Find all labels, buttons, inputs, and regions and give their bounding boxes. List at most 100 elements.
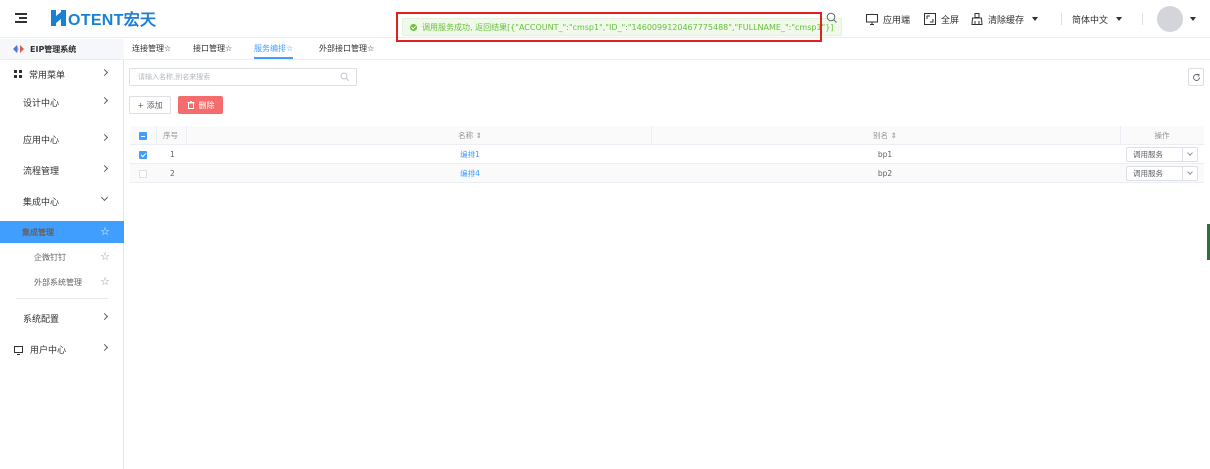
grid-icon — [14, 70, 22, 78]
sidebar-item-integration-management[interactable]: 集成管理 ☆ — [0, 221, 124, 243]
chevron-right-icon — [100, 312, 109, 321]
row-checkbox[interactable] — [139, 164, 147, 183]
chevron-right-icon — [100, 133, 109, 142]
sidebar-item-label: 用户中心 — [30, 345, 67, 356]
system-title[interactable]: EIP管理系统 — [0, 39, 124, 60]
orchestration-table: 序号 名称 ⇕ 别名 ⇕ 操作 1 编排1 bp1 调用服务 2 编排4 bp2… — [130, 126, 1204, 183]
system-title-label: EIP管理系统 — [30, 44, 77, 54]
row-actions: 调用服务 — [1126, 164, 1198, 183]
chevron-right-icon — [100, 343, 109, 352]
header-divider — [1061, 13, 1062, 25]
highlight-annotation-box — [396, 12, 822, 42]
call-service-split-button: 调用服务 — [1126, 166, 1198, 181]
chevron-down-icon — [100, 193, 109, 202]
column-divider — [651, 126, 652, 145]
chevron-down-icon[interactable] — [1182, 148, 1197, 161]
logo: OTENT宏天 — [50, 8, 157, 29]
sidebar-item-external-system-management[interactable]: 外部系统管理 ☆ — [0, 271, 124, 293]
sidebar-item-common-menu[interactable]: 常用菜单 — [0, 63, 124, 85]
logo-mark-icon — [51, 10, 66, 26]
monitor-icon — [866, 13, 878, 25]
column-divider — [186, 126, 187, 145]
sidebar-item-wecom-dingtalk[interactable]: 企微钉钉 ☆ — [0, 246, 124, 268]
chevron-right-icon — [100, 68, 109, 77]
row-actions: 调用服务 — [1126, 145, 1198, 164]
sidebar-item-integration-center[interactable]: 集成中心 — [0, 190, 124, 212]
star-icon[interactable]: ☆ — [100, 225, 110, 238]
row-index: 1 — [170, 150, 175, 159]
sidebar-item-label: 外部系统管理 — [34, 277, 82, 287]
menu-collapse-icon[interactable] — [15, 13, 27, 24]
column-header-name[interactable]: 名称 ⇕ — [320, 126, 620, 145]
sidebar-item-label: 设计中心 — [23, 98, 60, 109]
app-client-button[interactable]: 应用端 — [866, 11, 910, 27]
table-header-row: 序号 名称 ⇕ 别名 ⇕ 操作 — [130, 126, 1204, 145]
table-row[interactable]: 1 编排1 bp1 调用服务 — [130, 145, 1204, 164]
app-client-label: 应用端 — [883, 15, 911, 26]
tab-connection-management[interactable]: 连接管理☆ — [132, 43, 171, 59]
tab-external-interface-management[interactable]: 外部接口管理☆ — [319, 43, 374, 59]
sidebar: EIP管理系统 常用菜单 设计中心 应用中心 流程管理 集成中心 集成管理 ☆ … — [0, 39, 124, 469]
tab-bar: 连接管理☆ 接口管理☆ 服务编排☆ 外部接口管理☆ — [124, 39, 1210, 60]
star-icon[interactable]: ☆ — [100, 275, 110, 288]
top-header: OTENT宏天 调用服务成功, 返回结果[{"ACCOUNT_":"cmsp1"… — [0, 0, 1210, 42]
monitor-icon — [14, 345, 23, 355]
row-checkbox[interactable] — [139, 145, 147, 164]
row-name-link[interactable]: 编排4 — [320, 164, 620, 183]
chevron-down-icon[interactable] — [1190, 17, 1196, 21]
avatar[interactable] — [1157, 6, 1183, 32]
fullscreen-icon — [924, 13, 936, 25]
sidebar-divider — [16, 298, 108, 299]
clear-cache-label: 清除缓存 — [988, 15, 1025, 26]
sidebar-item-label: 集成中心 — [23, 197, 60, 208]
row-alias: bp1 — [877, 150, 893, 159]
delete-button[interactable]: 删除 — [178, 96, 223, 114]
tab-service-orchestration[interactable]: 服务编排☆ — [254, 43, 294, 59]
fullscreen-button[interactable]: 全屏 — [924, 11, 959, 27]
sidebar-item-design-center[interactable]: 设计中心 — [0, 91, 124, 113]
select-all-checkbox[interactable] — [139, 126, 147, 145]
call-service-button[interactable]: 调用服务 — [1127, 149, 1182, 160]
refresh-icon — [1193, 73, 1200, 81]
sidebar-item-label: 系统配置 — [23, 314, 60, 325]
search-icon[interactable] — [340, 72, 350, 82]
table-row[interactable]: 2 编排4 bp2 调用服务 — [130, 164, 1204, 183]
column-header-index: 序号 — [163, 131, 178, 140]
sidebar-item-process-management[interactable]: 流程管理 — [0, 159, 124, 181]
add-button[interactable]: + 添加 — [129, 96, 171, 114]
chevron-right-icon — [100, 164, 109, 173]
eip-logo-icon — [13, 45, 24, 53]
sidebar-item-label: 常用菜单 — [29, 70, 66, 81]
broom-icon — [971, 13, 983, 25]
fullscreen-label: 全屏 — [941, 15, 960, 26]
search-input[interactable] — [130, 69, 330, 85]
sidebar-item-user-center[interactable]: 用户中心 — [0, 338, 124, 360]
language-label: 简体中文 — [1072, 15, 1109, 26]
call-service-button[interactable]: 调用服务 — [1127, 168, 1182, 179]
row-name-link[interactable]: 编排1 — [320, 145, 620, 164]
search-field[interactable] — [129, 68, 357, 86]
search-icon[interactable] — [826, 12, 838, 24]
row-alias: bp2 — [877, 169, 893, 178]
column-header-alias[interactable]: 别名 ⇕ — [735, 126, 1035, 145]
call-service-split-button: 调用服务 — [1126, 147, 1198, 162]
chevron-down-icon[interactable] — [1182, 167, 1197, 180]
language-selector[interactable]: 简体中文 — [1072, 11, 1123, 27]
sidebar-item-app-center[interactable]: 应用中心 — [0, 128, 124, 150]
refresh-button[interactable] — [1188, 68, 1204, 86]
column-header-actions: 操作 — [1154, 131, 1170, 140]
trash-icon — [187, 101, 194, 109]
chevron-right-icon — [100, 96, 109, 105]
clear-cache-button[interactable]: 清除缓存 — [971, 11, 1039, 27]
sidebar-item-label: 集成管理 — [22, 227, 54, 237]
star-icon[interactable]: ☆ — [100, 250, 110, 263]
sidebar-item-label: 企微钉钉 — [34, 252, 66, 262]
header-divider — [1142, 13, 1143, 25]
logo-text: OTENT宏天 — [68, 12, 157, 29]
tab-interface-management[interactable]: 接口管理☆ — [193, 43, 232, 59]
sidebar-item-label: 应用中心 — [23, 135, 60, 146]
delete-label: 删除 — [198, 100, 215, 110]
sidebar-item-system-config[interactable]: 系统配置 — [0, 307, 124, 329]
sidebar-item-label: 流程管理 — [23, 166, 60, 177]
column-divider — [156, 126, 157, 145]
